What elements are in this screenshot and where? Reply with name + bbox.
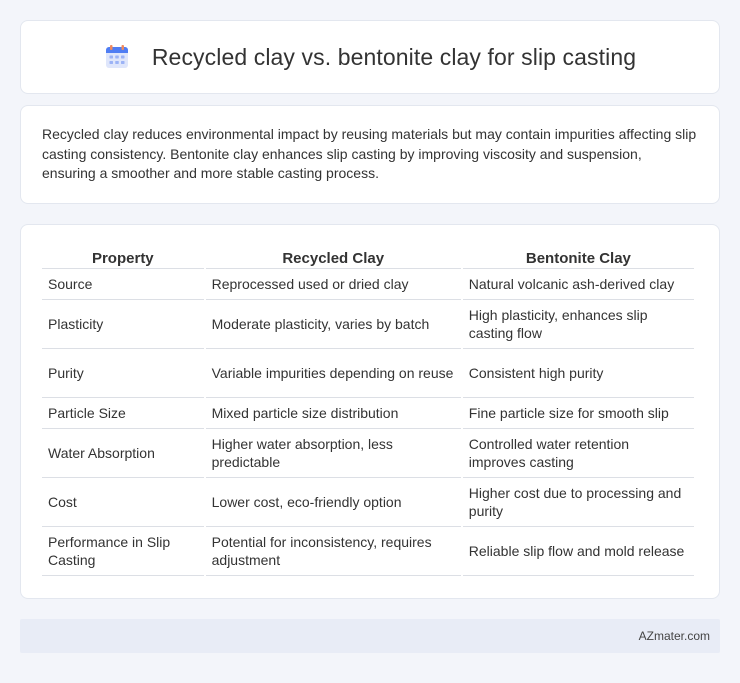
recycled-clay-cell: Mixed particle size distribution bbox=[205, 398, 461, 429]
bentonite-clay-cell: High plasticity, enhances slip casting f… bbox=[462, 300, 694, 349]
comparison-table: Property Recycled Clay Bentonite Clay So… bbox=[40, 245, 696, 576]
property-cell: Purity bbox=[42, 349, 204, 398]
title-card: Recycled clay vs. bentonite clay for sli… bbox=[20, 20, 720, 94]
property-cell: Cost bbox=[42, 478, 204, 527]
table-row: Particle Size Mixed particle size distri… bbox=[42, 398, 694, 429]
bentonite-clay-cell: Fine particle size for smooth slip bbox=[462, 398, 694, 429]
page-title: Recycled clay vs. bentonite clay for sli… bbox=[151, 43, 637, 70]
table-row: Water Absorption Higher water absorption… bbox=[42, 429, 694, 478]
description-card: Recycled clay reduces environmental impa… bbox=[20, 105, 720, 204]
column-header-property: Property bbox=[42, 245, 204, 269]
bentonite-clay-cell: Controlled water retention improves cast… bbox=[462, 429, 694, 478]
description-text: Recycled clay reduces environmental impa… bbox=[42, 126, 697, 181]
table-row: Purity Variable impurities depending on … bbox=[42, 349, 694, 398]
comparison-table-card: Property Recycled Clay Bentonite Clay So… bbox=[20, 224, 720, 599]
recycled-clay-cell: Reprocessed used or dried clay bbox=[205, 269, 461, 300]
recycled-clay-cell: Higher water absorption, less predictabl… bbox=[205, 429, 461, 478]
column-header-recycled-clay: Recycled Clay bbox=[205, 245, 461, 269]
footer-brand-link[interactable]: AZmater.com bbox=[639, 629, 710, 643]
property-cell: Performance in Slip Casting bbox=[42, 527, 204, 576]
recycled-clay-cell: Moderate plasticity, varies by batch bbox=[205, 300, 461, 349]
property-cell: Particle Size bbox=[42, 398, 204, 429]
table-row: Cost Lower cost, eco-friendly option Hig… bbox=[42, 478, 694, 527]
bentonite-clay-cell: Higher cost due to processing and purity bbox=[462, 478, 694, 527]
table-row: Performance in Slip Casting Potential fo… bbox=[42, 527, 694, 576]
property-cell: Plasticity bbox=[42, 300, 204, 349]
property-cell: Water Absorption bbox=[42, 429, 204, 478]
bentonite-clay-cell: Natural volcanic ash-derived clay bbox=[462, 269, 694, 300]
table-header-row: Property Recycled Clay Bentonite Clay bbox=[42, 245, 694, 269]
recycled-clay-cell: Lower cost, eco-friendly option bbox=[205, 478, 461, 527]
table-row: Source Reprocessed used or dried clay Na… bbox=[42, 269, 694, 300]
bentonite-clay-cell: Reliable slip flow and mold release bbox=[462, 527, 694, 576]
calendar-icon bbox=[105, 45, 128, 68]
property-cell: Source bbox=[42, 269, 204, 300]
column-header-bentonite-clay: Bentonite Clay bbox=[462, 245, 694, 269]
recycled-clay-cell: Variable impurities depending on reuse bbox=[205, 349, 461, 398]
table-row: Plasticity Moderate plasticity, varies b… bbox=[42, 300, 694, 349]
bentonite-clay-cell: Consistent high purity bbox=[462, 349, 694, 398]
footer: AZmater.com bbox=[20, 619, 720, 653]
recycled-clay-cell: Potential for inconsistency, requires ad… bbox=[205, 527, 461, 576]
